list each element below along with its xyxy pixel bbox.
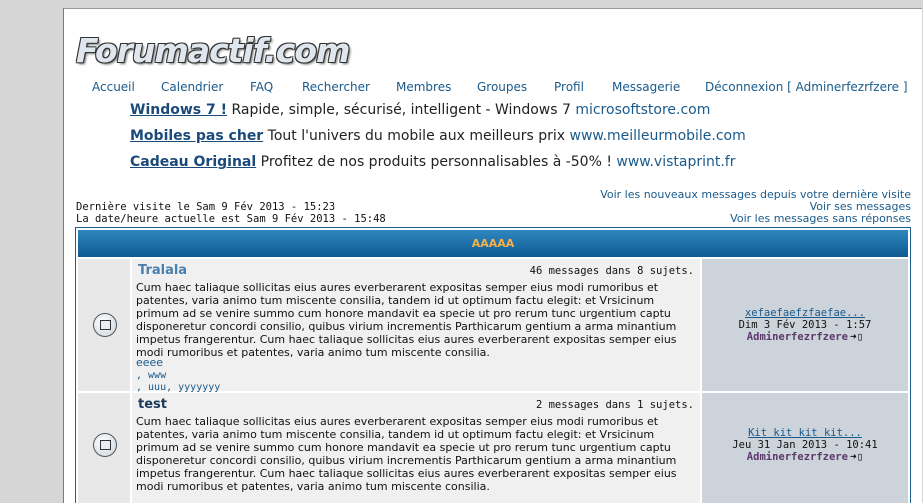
ad-url[interactable]: www.meilleurmobile.com bbox=[570, 128, 746, 144]
nav-calendrier[interactable]: Calendrier bbox=[161, 80, 223, 94]
last-post-author[interactable]: Adminerfezrfzere bbox=[747, 451, 848, 463]
ad-title[interactable]: Cadeau Original bbox=[130, 154, 256, 170]
nav-profil[interactable]: Profil bbox=[554, 80, 584, 94]
ad-item: Mobiles pas cher Tout l'univers du mobil… bbox=[130, 127, 746, 153]
last-post-cell: xefaefaefzfaefae... Dim 3 Fév 2013 - 1:5… bbox=[702, 259, 908, 391]
forum-name[interactable]: Tralala bbox=[138, 263, 187, 278]
visit-info: Dernière visite le Sam 9 Fév 2013 - 15:2… bbox=[76, 201, 386, 225]
current-time-text: La date/heure actuelle est Sam 9 Fév 201… bbox=[76, 213, 386, 225]
forum-icon-cell bbox=[78, 393, 130, 503]
ad-url[interactable]: www.vistaprint.fr bbox=[616, 154, 735, 170]
nav-faq[interactable]: FAQ bbox=[250, 80, 273, 94]
forum-name[interactable]: test bbox=[138, 397, 167, 412]
last-post-title[interactable]: xefaefaefzfaefae... bbox=[702, 307, 908, 319]
forum-page: Forumactif.com Accueil Calendrier FAQ Re… bbox=[63, 8, 922, 503]
last-post-date: Jeu 31 Jan 2013 - 10:41 bbox=[732, 439, 878, 451]
ad-item: Windows 7 ! Rapide, simple, sécurisé, in… bbox=[130, 101, 746, 127]
ad-title[interactable]: Windows 7 ! bbox=[130, 102, 227, 118]
nav-messagerie[interactable]: Messagerie bbox=[612, 80, 680, 94]
last-post-info: Kit kit kit kit... Jeu 31 Jan 2013 - 10:… bbox=[702, 427, 908, 463]
forum-folder-icon bbox=[93, 433, 117, 457]
site-logo[interactable]: Forumactif.com bbox=[76, 31, 350, 70]
forum-description: Cum haec taliaque sollicitas eius aures … bbox=[136, 415, 677, 493]
forum-info-cell: Tralala 46 messages dans 8 sujets. Cum h… bbox=[132, 259, 700, 393]
subforum-link[interactable]: eeee bbox=[136, 357, 163, 369]
forum-row: test 2 messages dans 1 sujets. Cum haec … bbox=[78, 393, 908, 503]
nav-accueil[interactable]: Accueil bbox=[92, 80, 135, 94]
ad-description: Profitez de nos produits personnalisable… bbox=[256, 154, 617, 170]
quick-links: Voir les nouveaux messages depuis votre … bbox=[600, 189, 911, 225]
last-post-info: xefaefaefzfaefae... Dim 3 Fév 2013 - 1:5… bbox=[702, 307, 908, 343]
category-header[interactable]: AAAAA bbox=[78, 230, 908, 257]
forum-table: AAAAA Tralala 46 messages dans 8 sujets.… bbox=[75, 227, 911, 503]
ad-title[interactable]: Mobiles pas cher bbox=[130, 128, 263, 144]
last-visit-text: Dernière visite le Sam 9 Fév 2013 - 15:2… bbox=[76, 201, 336, 213]
last-post-cell: Kit kit kit kit... Jeu 31 Jan 2013 - 10:… bbox=[702, 393, 908, 503]
nav-groupes[interactable]: Groupes bbox=[477, 80, 527, 94]
ad-links: Windows 7 ! Rapide, simple, sécurisé, in… bbox=[130, 101, 746, 179]
nav-rechercher[interactable]: Rechercher bbox=[302, 80, 370, 94]
forum-row: Tralala 46 messages dans 8 sujets. Cum h… bbox=[78, 259, 908, 393]
forum-count: 2 messages dans 1 sujets. bbox=[535, 399, 694, 411]
ad-item: Cadeau Original Profitez de nos produits… bbox=[130, 153, 746, 179]
forum-icon-cell bbox=[78, 259, 130, 391]
last-post-author[interactable]: Adminerfezrfzere bbox=[747, 331, 848, 343]
goto-last-post-icon[interactable]: ➜▯ bbox=[850, 331, 863, 343]
subforum-link[interactable]: , www bbox=[136, 370, 166, 382]
forum-count: 46 messages dans 8 sujets. bbox=[529, 265, 694, 277]
ad-url[interactable]: microsoftstore.com bbox=[575, 102, 710, 118]
unanswered-messages-link[interactable]: Voir les messages sans réponses bbox=[600, 213, 911, 225]
ad-description: Rapide, simple, sécurisé, intelligent - … bbox=[227, 102, 576, 118]
forum-folder-icon bbox=[93, 313, 117, 337]
ad-description: Tout l'univers du mobile aux meilleurs p… bbox=[263, 128, 570, 144]
forum-info-cell: test 2 messages dans 1 sujets. Cum haec … bbox=[132, 393, 700, 503]
last-post-date: Dim 3 Fév 2013 - 1:57 bbox=[738, 319, 872, 331]
forum-description: Cum haec taliaque sollicitas eius aures … bbox=[136, 281, 677, 359]
last-post-title[interactable]: Kit kit kit kit... bbox=[702, 427, 908, 439]
goto-last-post-icon[interactable]: ➜▯ bbox=[850, 451, 863, 463]
nav-membres[interactable]: Membres bbox=[396, 80, 451, 94]
nav-deconnexion[interactable]: Déconnexion [ Adminerfezrfzere ] bbox=[705, 80, 908, 94]
